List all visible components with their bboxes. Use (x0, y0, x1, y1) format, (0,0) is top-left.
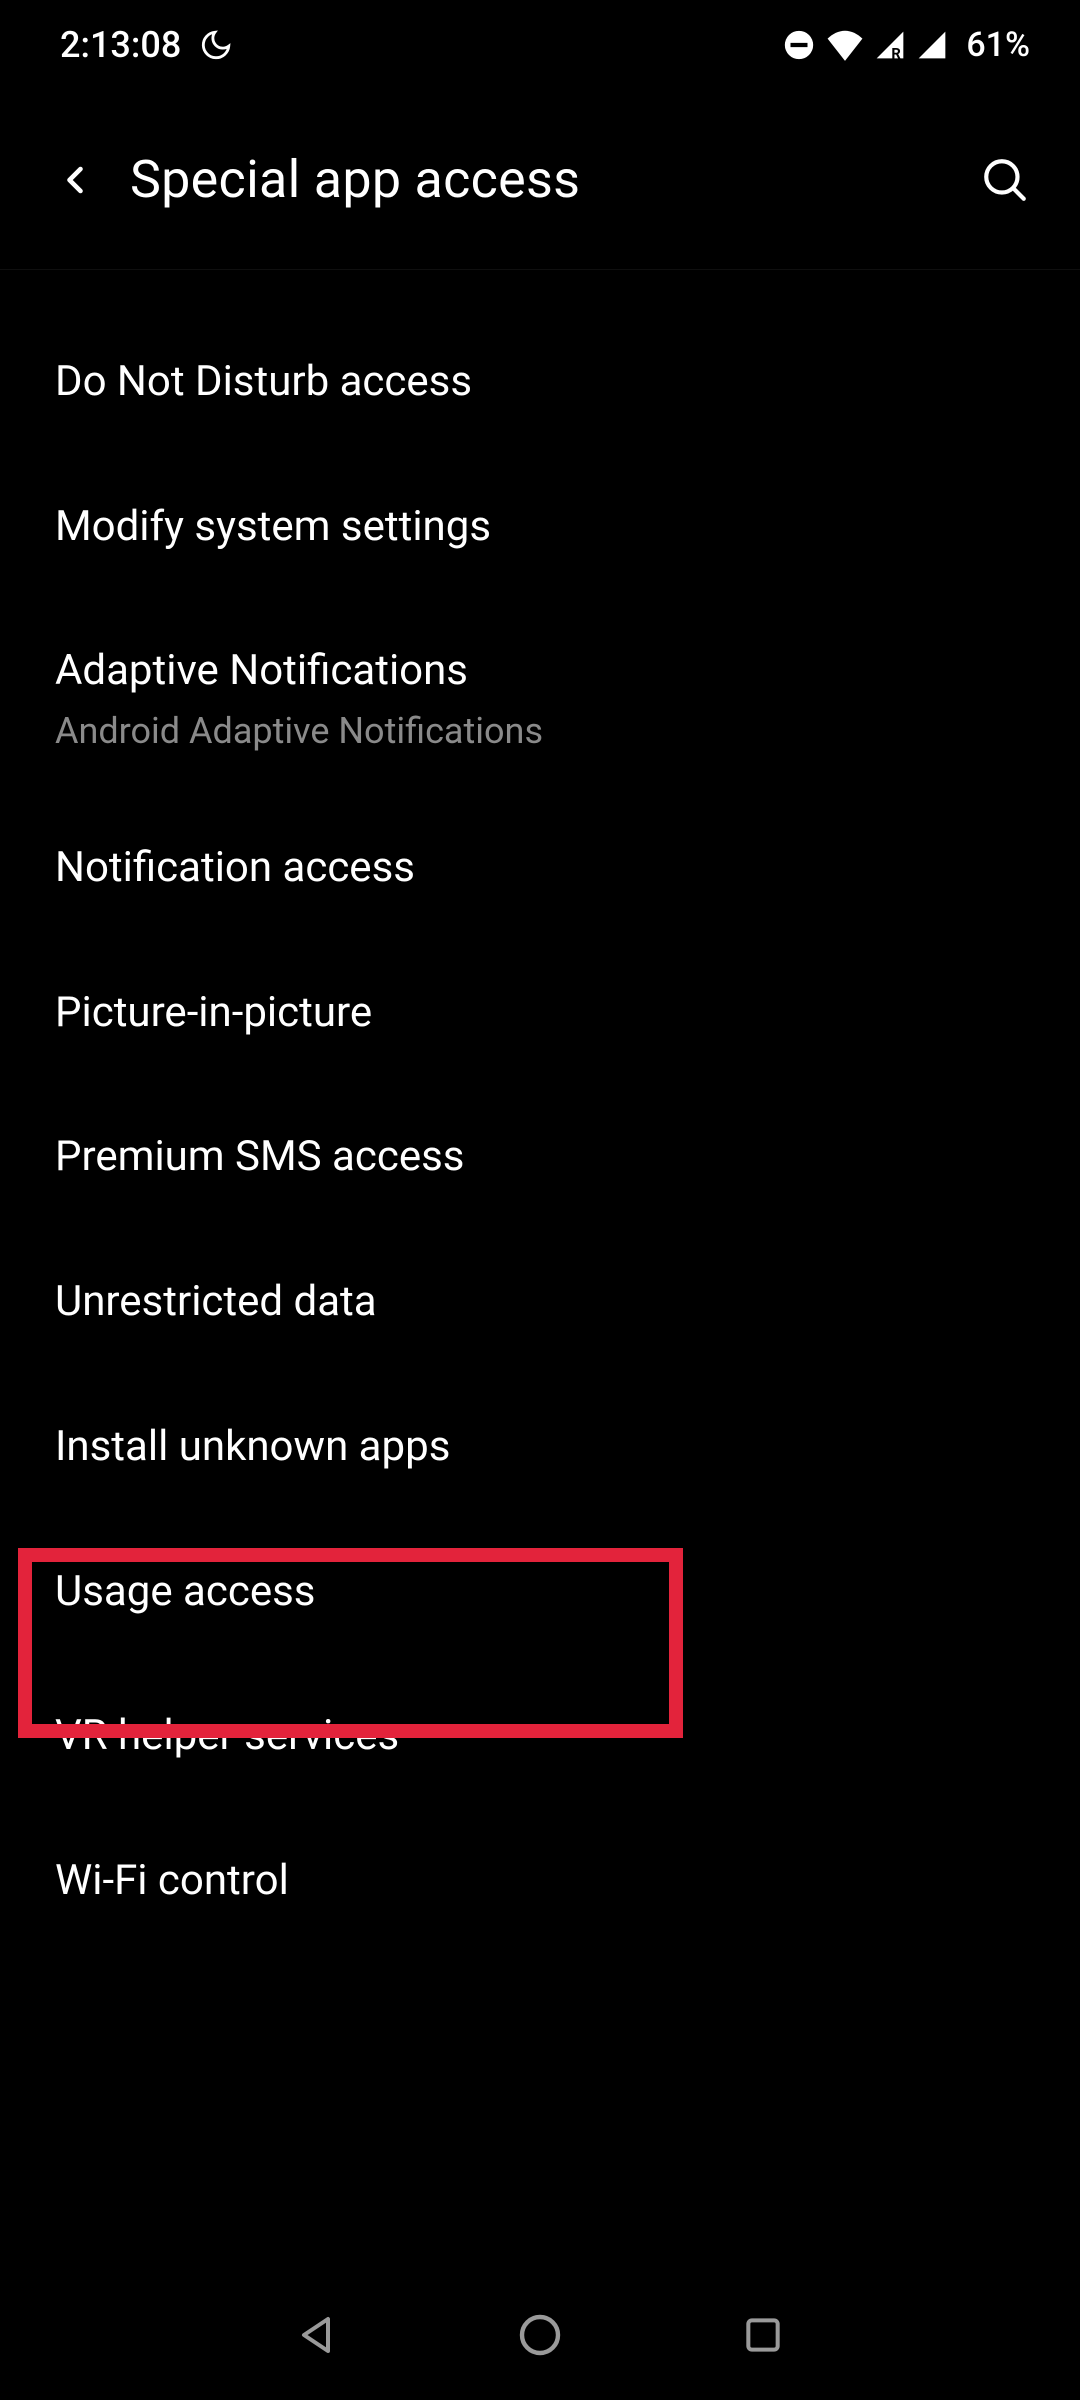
signal-1-icon: R (874, 29, 906, 61)
nav-home-button[interactable] (495, 2290, 585, 2380)
nav-recent-button[interactable] (718, 2290, 808, 2380)
navigation-bar (0, 2270, 1080, 2400)
list-item-label: Premium SMS access (55, 1129, 1025, 1186)
list-item-label: Unrestricted data (55, 1274, 1025, 1331)
list-item-label: Do Not Disturb access (55, 354, 1025, 411)
item-unrestricted-data[interactable]: Unrestricted data (0, 1230, 1080, 1375)
item-usage-access[interactable]: Usage access (0, 1520, 1080, 1665)
list-item-label: Modify system settings (55, 499, 1025, 556)
item-premium-sms-access[interactable]: Premium SMS access (0, 1085, 1080, 1230)
status-time: 2:13:08 (60, 24, 181, 66)
settings-list: Do Not Disturb access Modify system sett… (0, 270, 1080, 1954)
list-item-label: Adaptive Notifications (55, 643, 1025, 700)
status-left: 2:13:08 (60, 24, 233, 66)
status-bar: 2:13:08 R 61% (0, 0, 1080, 90)
app-bar: Special app access (0, 90, 1080, 270)
list-item-label: Wi-Fi control (55, 1853, 1025, 1910)
list-item-sublabel: Android Adaptive Notifications (55, 710, 1025, 752)
battery-text: 61% (966, 25, 1030, 65)
signal-2-icon (916, 29, 948, 61)
nav-back-button[interactable] (273, 2290, 363, 2380)
svg-text:R: R (892, 44, 902, 61)
item-adaptive-notifications[interactable]: Adaptive Notifications Android Adaptive … (0, 599, 1080, 796)
item-picture-in-picture[interactable]: Picture-in-picture (0, 941, 1080, 1086)
item-modify-system-settings[interactable]: Modify system settings (0, 455, 1080, 600)
item-do-not-disturb[interactable]: Do Not Disturb access (0, 310, 1080, 455)
list-item-label: Picture-in-picture (55, 985, 1025, 1042)
item-notification-access[interactable]: Notification access (0, 796, 1080, 941)
dnd-circle-icon (782, 28, 816, 62)
page-title: Special app access (130, 149, 970, 210)
search-button[interactable] (970, 145, 1040, 215)
dnd-moon-icon (199, 28, 233, 62)
list-item-label: VR helper services (55, 1708, 1025, 1765)
list-item-label: Notification access (55, 840, 1025, 897)
list-item-label: Usage access (55, 1564, 1025, 1621)
item-vr-helper-services[interactable]: VR helper services (0, 1664, 1080, 1809)
wifi-icon (826, 28, 864, 62)
status-right: R 61% (782, 25, 1030, 65)
item-install-unknown-apps[interactable]: Install unknown apps (0, 1375, 1080, 1520)
back-button[interactable] (40, 145, 110, 215)
list-item-label: Install unknown apps (55, 1419, 1025, 1476)
item-wifi-control[interactable]: Wi-Fi control (0, 1809, 1080, 1954)
